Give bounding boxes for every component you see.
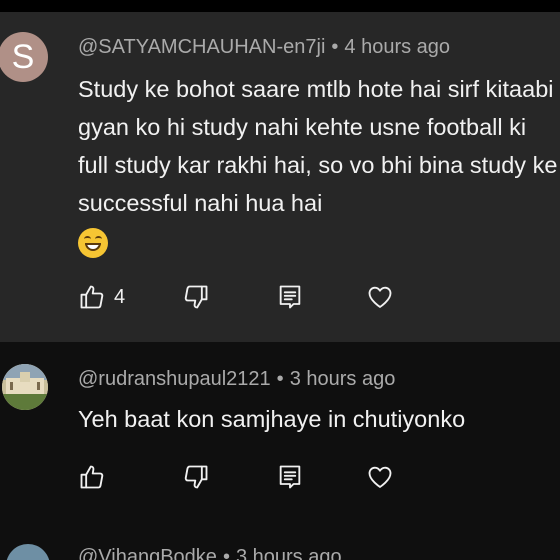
grinning-face-icon	[78, 227, 108, 258]
comment-time[interactable]: 3 hours ago	[290, 368, 396, 390]
meta-separator: •	[222, 546, 230, 560]
author-handle[interactable]: @SATYAMCHAUHAN-en7ji	[78, 36, 325, 58]
comment-time[interactable]: 3 hours ago	[236, 546, 342, 560]
meta-separator: •	[331, 36, 339, 58]
dislike-button[interactable]	[182, 462, 210, 492]
reply-icon	[279, 285, 301, 309]
comment-time[interactable]: 4 hours ago	[344, 36, 450, 58]
like-button[interactable]: 4	[78, 282, 125, 312]
like-count: 4	[114, 285, 126, 308]
comment-item: @VihangBodke • 3 hours ago	[0, 542, 560, 560]
thumbs-down-icon	[184, 285, 208, 309]
dislike-button[interactable]	[182, 282, 210, 312]
comment-text: Yeh baat kon samjhaye in chutiyonko	[78, 400, 558, 438]
top-bar	[0, 0, 560, 12]
comment-text-content: Study ke bohot saare mtlb hote hai sirf …	[78, 76, 558, 216]
heart-button[interactable]	[366, 282, 394, 312]
avatar[interactable]: S	[0, 32, 48, 82]
thumbs-up-icon	[80, 465, 104, 489]
comment-meta: @rudranshupaul2121 • 3 hours ago	[78, 368, 395, 391]
avatar[interactable]	[2, 364, 48, 410]
heart-icon	[368, 466, 392, 488]
heart-icon	[368, 286, 392, 308]
avatar-letter: S	[11, 37, 35, 76]
avatar[interactable]	[6, 544, 50, 560]
comment-item: S @SATYAMCHAUHAN-en7ji • 4 hours ago Study…	[0, 12, 560, 342]
author-handle[interactable]: @VihangBodke	[78, 546, 217, 560]
reply-icon	[279, 465, 301, 489]
comment-item: @rudranshupaul2121 • 3 hours ago Yeh baat …	[0, 342, 560, 542]
heart-button[interactable]	[366, 462, 394, 492]
thumbs-up-icon	[80, 285, 104, 309]
reply-button[interactable]	[276, 462, 304, 492]
thumbs-down-icon	[184, 465, 208, 489]
like-button[interactable]	[78, 462, 106, 492]
comment-text: Study ke bohot saare mtlb hote hai sirf …	[78, 70, 558, 260]
avatar-image-icon	[2, 364, 48, 410]
author-handle[interactable]: @rudranshupaul2121	[78, 368, 271, 390]
comment-text-content: Yeh baat kon samjhaye in chutiyonko	[78, 406, 466, 432]
comment-meta: @SATYAMCHAUHAN-en7ji • 4 hours ago	[78, 36, 450, 59]
comment-meta: @VihangBodke • 3 hours ago	[78, 546, 342, 560]
reply-button[interactable]	[276, 282, 304, 312]
meta-separator: •	[276, 368, 284, 390]
